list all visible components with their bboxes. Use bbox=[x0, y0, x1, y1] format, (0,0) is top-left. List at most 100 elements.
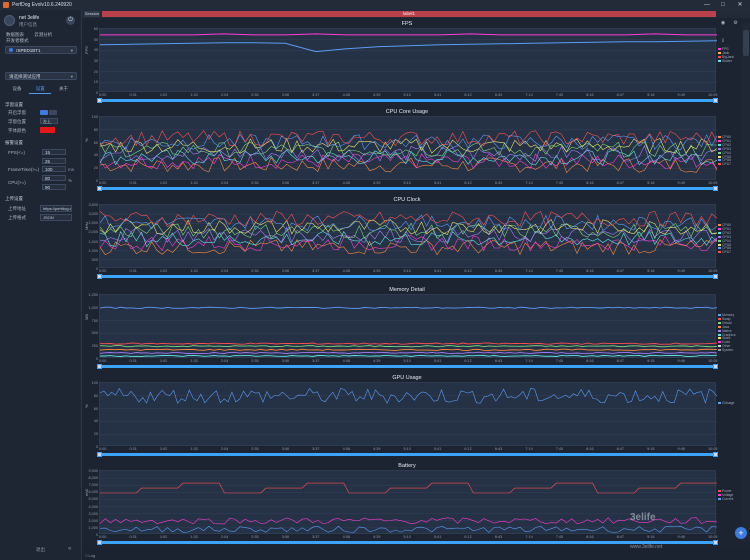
x-tick-label: 7:14 bbox=[525, 269, 533, 273]
vertical-scrollbar-thumb[interactable] bbox=[743, 30, 749, 56]
legend-swatch bbox=[718, 231, 721, 234]
x-tick-label: 6:12 bbox=[464, 269, 472, 273]
x-axis-ticks: 0:00 0:31 1:02 1:33 2:04 2:35 3:06 3:37 4:08 4:39… bbox=[99, 359, 719, 364]
y-tick-label: 0 bbox=[95, 445, 98, 449]
fps-alert-field[interactable]: 15 bbox=[42, 149, 66, 155]
nav-item-developer-mode[interactable]: 开发者模式 bbox=[6, 38, 29, 44]
upload-url-value: https://perfdog.q bbox=[43, 206, 72, 211]
x-tick-label: 0:31 bbox=[129, 93, 137, 97]
x-tick-label: 5:41 bbox=[433, 535, 442, 539]
cpu-alert-field[interactable]: 80 bbox=[42, 175, 66, 181]
vertical-scrollbar[interactable] bbox=[742, 22, 750, 542]
range-handle-left[interactable] bbox=[97, 186, 102, 191]
series-line bbox=[100, 345, 717, 348]
upload-url-field[interactable]: https://perfdog.q bbox=[40, 205, 72, 212]
tab-device[interactable]: 设备 bbox=[6, 86, 28, 93]
series-line bbox=[100, 141, 717, 158]
add-button[interactable]: + bbox=[735, 527, 747, 539]
plot-area[interactable] bbox=[99, 28, 717, 92]
x-tick-label: 2:04 bbox=[220, 359, 229, 363]
x-tick-label: 2:35 bbox=[251, 359, 259, 363]
y-tick-label: 0 bbox=[95, 357, 98, 361]
time-range-slider[interactable] bbox=[97, 274, 718, 279]
x-tick-label: 6:12 bbox=[464, 359, 472, 363]
plot-area[interactable] bbox=[99, 204, 717, 268]
x-tick-label: 9:18 bbox=[647, 93, 655, 97]
x-tick-label: 7:14 bbox=[525, 535, 533, 539]
range-handle-left[interactable] bbox=[97, 452, 102, 457]
nav-item-cloud-analysis[interactable]: 云测分析 bbox=[34, 32, 52, 38]
y-tick-label: 3,000 bbox=[88, 511, 98, 516]
y-tick-label: 40 bbox=[93, 419, 98, 424]
range-handle-left[interactable] bbox=[97, 98, 102, 103]
time-range-slider[interactable] bbox=[97, 540, 718, 545]
range-handle-right[interactable] bbox=[713, 540, 718, 545]
log-toggle[interactable]: □ Log bbox=[85, 553, 95, 558]
fps-alert-field-2[interactable]: 25 bbox=[42, 158, 66, 164]
range-handle-right[interactable] bbox=[713, 452, 718, 457]
x-tick-label: 1:33 bbox=[190, 93, 198, 97]
collapse-sidebar-icon[interactable]: « bbox=[68, 546, 71, 552]
user-info-link[interactable]: 用户信息 bbox=[19, 22, 37, 28]
fps-alert-value: 15 bbox=[45, 150, 51, 155]
avatar[interactable] bbox=[4, 15, 15, 26]
frametime-alert-label: FrameTime(>=) bbox=[8, 167, 40, 172]
plot-area[interactable] bbox=[99, 382, 717, 446]
float-position-select[interactable]: 左上 bbox=[40, 118, 58, 124]
app-select[interactable]: 请选择测试应用 ▾ bbox=[5, 72, 77, 80]
tab-settings[interactable]: 设置 bbox=[29, 86, 52, 94]
series-line bbox=[100, 525, 717, 533]
power-icon[interactable]: ⏻ bbox=[66, 16, 75, 25]
x-tick-label: 9:18 bbox=[647, 359, 655, 363]
maximize-button[interactable]: □ bbox=[716, 1, 730, 9]
x-tick-label: 5:10 bbox=[403, 535, 411, 539]
plot-area[interactable] bbox=[99, 116, 717, 180]
window-title: PerfDog Evolv10.6.240920 bbox=[12, 2, 72, 8]
logout-button[interactable]: 退出 bbox=[36, 547, 45, 553]
tab-about[interactable]: 关于 bbox=[53, 86, 75, 93]
x-tick-label: 6:43 bbox=[494, 447, 503, 451]
x-tick-label: 4:08 bbox=[342, 359, 350, 363]
legend-label: Current bbox=[722, 496, 734, 501]
range-handle-left[interactable] bbox=[97, 540, 102, 545]
frametime-alert-value: 100 bbox=[45, 167, 53, 172]
range-handle-right[interactable] bbox=[713, 364, 718, 369]
range-handle-right[interactable] bbox=[713, 98, 718, 103]
time-range-slider[interactable] bbox=[97, 364, 718, 369]
series-line bbox=[100, 235, 717, 252]
range-handle-left[interactable] bbox=[97, 364, 102, 369]
time-range-slider[interactable] bbox=[97, 452, 718, 457]
close-button[interactable]: ✕ bbox=[733, 1, 747, 9]
legend-label: System bbox=[722, 348, 734, 353]
range-handle-right[interactable] bbox=[713, 186, 718, 191]
float-disable-toggle[interactable] bbox=[49, 110, 57, 115]
x-tick-label: 1:02 bbox=[159, 447, 168, 451]
time-range-slider[interactable] bbox=[97, 98, 718, 103]
plot-area[interactable] bbox=[99, 470, 717, 534]
series-line bbox=[100, 348, 717, 351]
cpu-alert-field-2[interactable]: 90 bbox=[42, 184, 66, 190]
session-tab[interactable]: Session bbox=[84, 11, 100, 17]
chart-svg bbox=[100, 210, 717, 261]
minimize-button[interactable]: — bbox=[700, 1, 714, 9]
x-tick-label: 8:16 bbox=[586, 535, 594, 539]
y-tick-label: 20 bbox=[93, 432, 98, 437]
frametime-alert-field[interactable]: 100 bbox=[42, 166, 66, 172]
range-handle-right[interactable] bbox=[713, 274, 718, 279]
x-tick-label: 4:39 bbox=[373, 181, 381, 185]
time-range-slider[interactable] bbox=[97, 186, 718, 191]
settings-icon[interactable]: ⚙ bbox=[732, 20, 738, 26]
upload-format-select[interactable]: JSON bbox=[40, 214, 72, 221]
x-tick-label: 0:31 bbox=[129, 447, 137, 451]
float-enable-toggle[interactable] bbox=[40, 110, 48, 115]
y-tick-label: 60 bbox=[93, 140, 98, 145]
legend-swatch bbox=[718, 51, 721, 54]
x-tick-label: 0:00 bbox=[99, 535, 107, 539]
x-tick-label: 4:39 bbox=[373, 535, 381, 539]
plot-area[interactable] bbox=[99, 294, 717, 358]
font-color-swatch[interactable] bbox=[40, 127, 55, 133]
title-bar: PerfDog Evolv10.6.240920 — □ ✕ bbox=[0, 0, 750, 10]
device-select[interactable]: ISPED1BT1 ▾ bbox=[5, 46, 77, 54]
range-handle-left[interactable] bbox=[97, 274, 102, 279]
label-bar[interactable]: label1 bbox=[102, 11, 716, 17]
